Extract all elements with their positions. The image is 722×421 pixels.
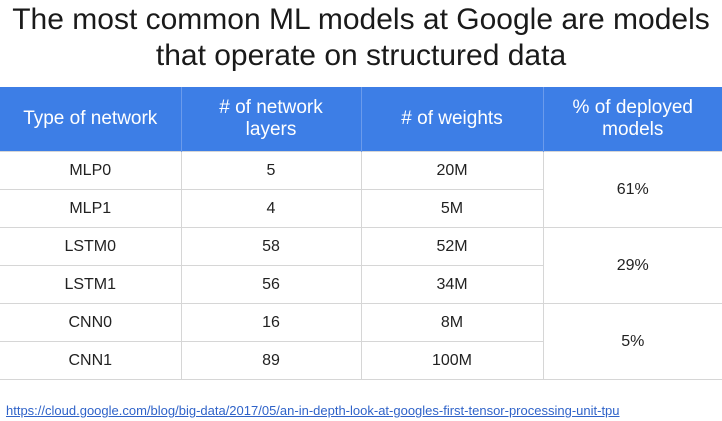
cell-layers: 89 <box>180 341 362 380</box>
cell-weights: 5M <box>360 189 544 228</box>
header-type-of-network-text: Type of network <box>23 108 158 129</box>
header-network-layers-line-2: layers <box>245 119 297 140</box>
cell-network: LSTM0 <box>0 227 182 266</box>
table-row: MLP0 5 20M 61% <box>0 151 722 228</box>
cell-deployed-percent: 5% <box>542 303 722 380</box>
source-link[interactable]: https://cloud.google.com/blog/big-data/2… <box>6 403 620 418</box>
cell-network: MLP1 <box>0 189 182 228</box>
cell-layers: 4 <box>180 189 362 228</box>
table-row: CNN0 16 8M 5% <box>0 303 722 380</box>
cell-weights: 100M <box>360 341 544 380</box>
header-weights: # of weights <box>361 87 544 152</box>
header-weights-text: # of weights <box>401 108 503 129</box>
slide-title-line-1: The most common ML models at Google are … <box>12 3 710 36</box>
table-row: LSTM0 58 52M 29% <box>0 227 722 304</box>
cell-weights: 34M <box>360 265 544 304</box>
slide-title-line-2: that operate on structured data <box>155 39 567 72</box>
ml-models-table: Type of network # of network layers # of… <box>0 87 722 380</box>
cell-network: MLP0 <box>0 151 182 190</box>
header-network-layers-line-1: # of network <box>219 97 323 118</box>
table-header-row: Type of network # of network layers # of… <box>0 87 722 152</box>
header-deployed-models-line-2: models <box>602 119 664 140</box>
cell-network: CNN1 <box>0 341 182 380</box>
cell-network: LSTM1 <box>0 265 182 304</box>
cell-deployed-percent: 29% <box>542 227 722 304</box>
cell-layers: 16 <box>180 303 362 342</box>
header-network-layers: # of network layers <box>181 87 362 152</box>
cell-weights: 8M <box>360 303 544 342</box>
cell-weights: 20M <box>360 151 544 190</box>
cell-deployed-percent: 61% <box>542 151 722 228</box>
cell-network: CNN0 <box>0 303 182 342</box>
cell-layers: 56 <box>180 265 362 304</box>
cell-weights: 52M <box>360 227 544 266</box>
header-type-of-network: Type of network <box>0 87 182 152</box>
header-deployed-models: % of deployed models <box>543 87 722 152</box>
cell-layers: 58 <box>180 227 362 266</box>
header-deployed-models-line-1: % of deployed <box>572 97 693 118</box>
cell-layers: 5 <box>180 151 362 190</box>
slide-title: The most common ML models at Google are … <box>0 2 722 74</box>
